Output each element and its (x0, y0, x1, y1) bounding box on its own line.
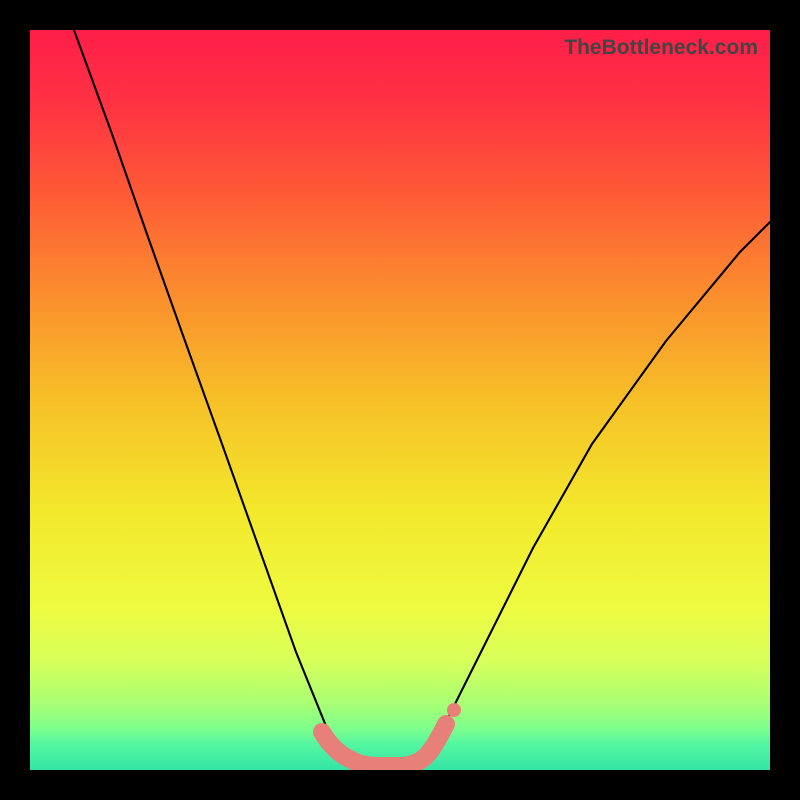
highlight-dot (447, 703, 461, 717)
gradient-background (30, 30, 770, 770)
bottleneck-chart (30, 30, 770, 770)
watermark-text: TheBottleneck.com (564, 36, 758, 60)
chart-frame: TheBottleneck.com (30, 30, 770, 770)
